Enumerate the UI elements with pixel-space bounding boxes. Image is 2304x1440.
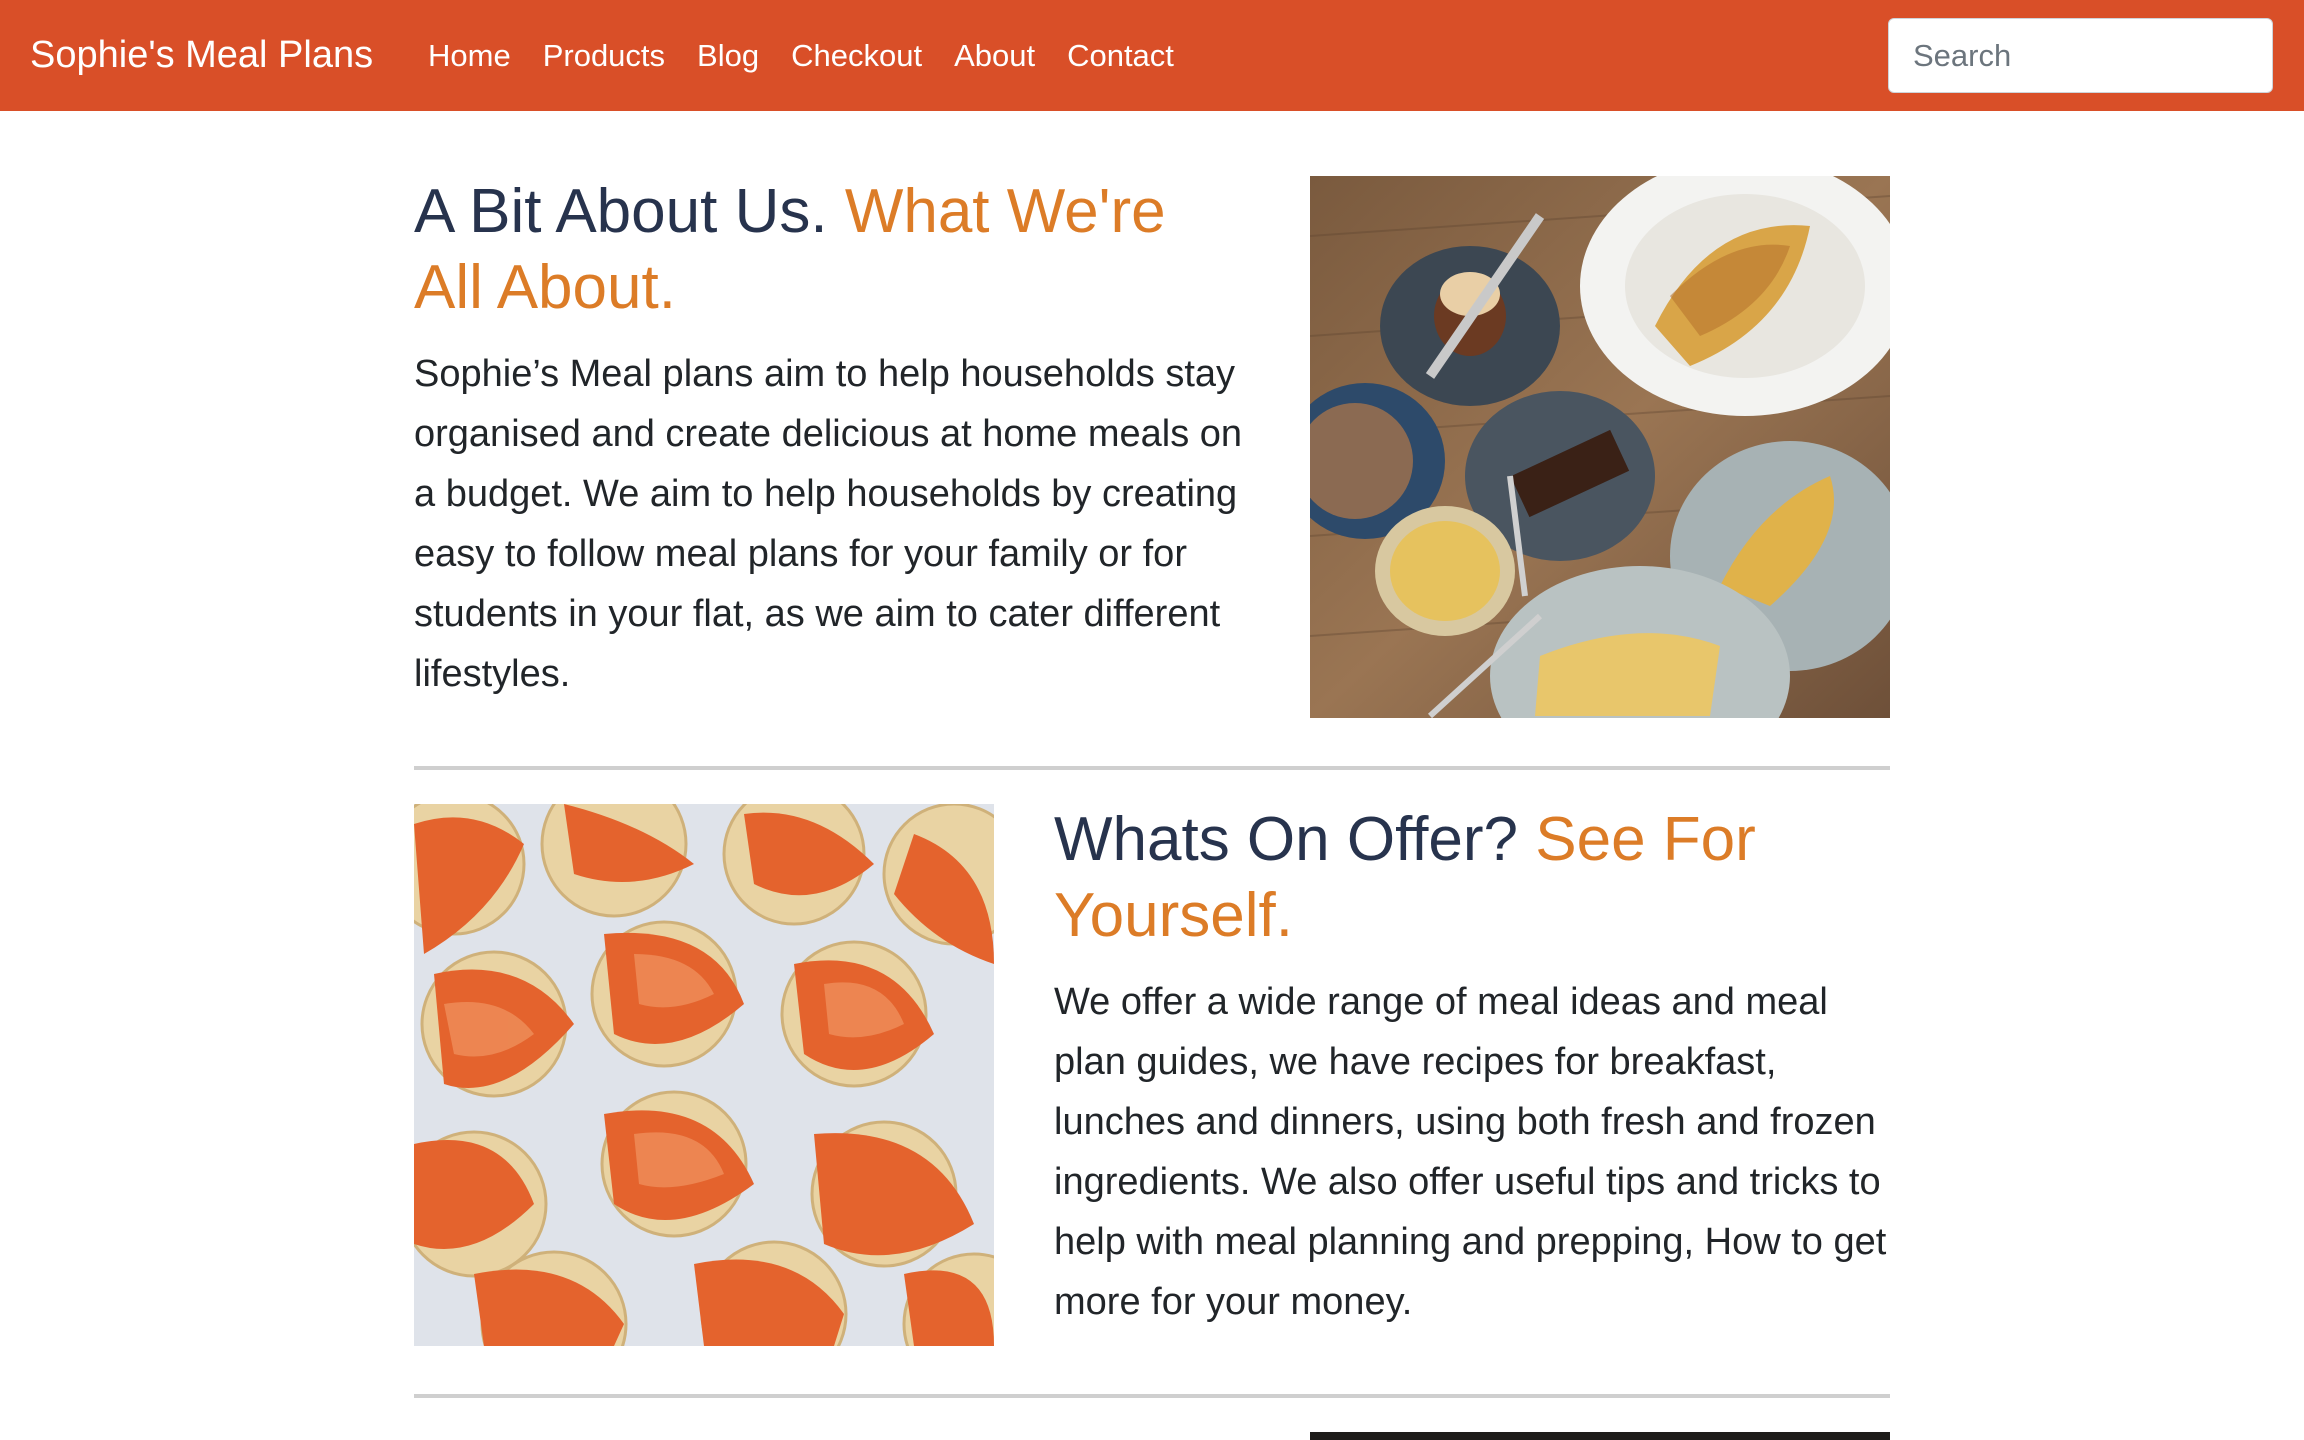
nav-links: Home Products Blog Checkout About Contac… <box>428 0 1206 111</box>
nav-link-contact[interactable]: Contact <box>1067 38 1174 73</box>
brand-link[interactable]: Sophie's Meal Plans <box>30 0 373 111</box>
food-table-photo <box>1310 176 1890 718</box>
nav-link-about[interactable]: About <box>954 38 1035 73</box>
offer-heading-main: Whats On Offer? <box>1054 805 1519 874</box>
nav-link-products[interactable]: Products <box>543 38 665 73</box>
salmon-crackers-photo <box>414 804 994 1346</box>
nav-link-checkout[interactable]: Checkout <box>791 38 922 73</box>
offer-text: We offer a wide range of meal ideas and … <box>1054 981 1887 1323</box>
section-divider <box>414 766 1890 770</box>
nav-link-blog[interactable]: Blog <box>697 38 759 73</box>
nav-link-home[interactable]: Home <box>428 38 511 73</box>
search-input[interactable] <box>1888 18 2273 93</box>
about-heading: A Bit About Us. What We're All About. <box>414 174 1234 326</box>
about-heading-main: A Bit About Us. <box>414 177 828 246</box>
top-navbar: Sophie's Meal Plans Home Products Blog C… <box>0 0 2304 111</box>
next-section-photo <box>1310 1432 1890 1440</box>
offer-heading: Whats On Offer? See For Yourself. <box>1054 802 1890 954</box>
about-text: Sophie’s Meal plans aim to help househol… <box>414 353 1243 695</box>
section-divider <box>414 1394 1890 1398</box>
